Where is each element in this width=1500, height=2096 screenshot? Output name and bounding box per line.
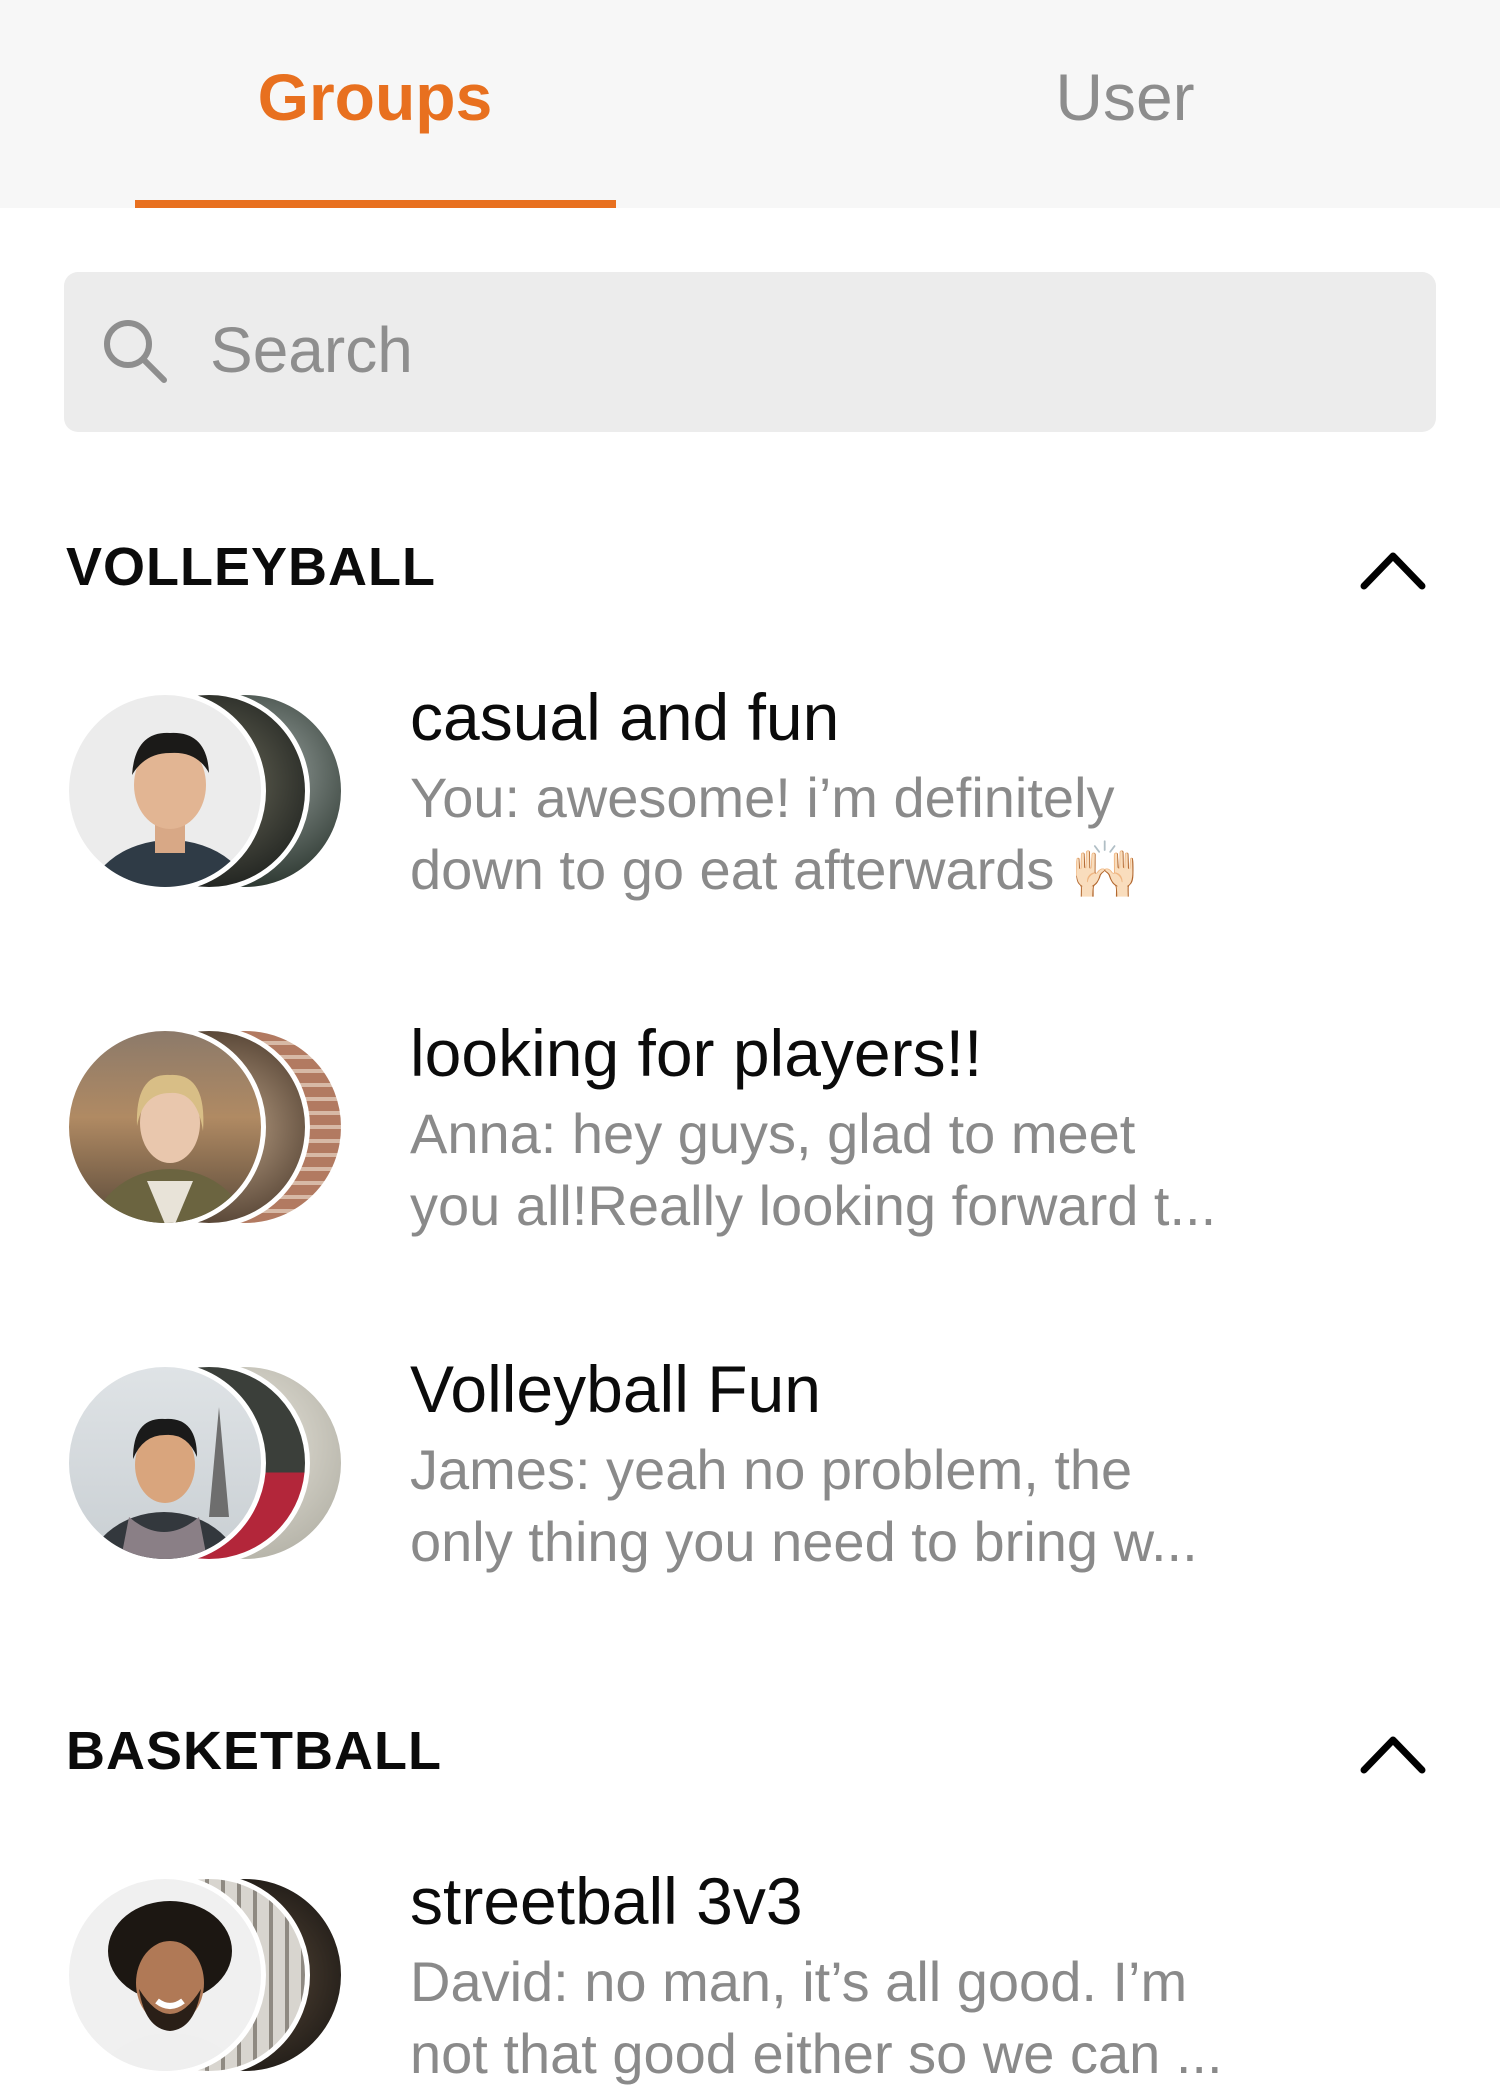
member-avatar [64, 1362, 266, 1564]
group-title: streetball 3v3 [410, 1864, 803, 1938]
group-avatar-stack [64, 1362, 354, 1566]
section-header-basketball: BASKETBALL [66, 1721, 442, 1781]
search-placeholder: Search [210, 314, 413, 386]
group-item-casual-and-fun[interactable]: casual and fun You: awesome! i’m definit… [0, 680, 1500, 990]
group-title: looking for players!! [410, 1016, 983, 1090]
last-message-preview: David: no man, it’s all good. I’m not th… [410, 1950, 1223, 2085]
last-message-preview: You: awesome! i’m definitely down to go … [410, 766, 1140, 901]
active-tab-indicator [135, 200, 616, 208]
last-message-preview: Anna: hey guys, glad to meet you all!Rea… [410, 1102, 1217, 1237]
group-avatar-stack [64, 690, 354, 894]
group-title: Volleyball Fun [410, 1352, 821, 1426]
tab-groups[interactable]: Groups [0, 0, 750, 208]
last-message-preview: James: yeah no problem, the only thing y… [410, 1438, 1198, 1573]
member-avatar [64, 1026, 266, 1228]
tab-bar: Groups User [0, 0, 1500, 208]
group-item-looking-for-players[interactable]: looking for players!! Anna: hey guys, gl… [0, 1016, 1500, 1326]
member-avatar [64, 690, 266, 892]
group-item-streetball-3v3[interactable]: streetball 3v3 David: no man, it’s all g… [0, 1864, 1500, 2096]
chevron-up-icon[interactable] [1358, 1730, 1428, 1776]
group-title: casual and fun [410, 680, 840, 754]
member-avatar [64, 1874, 266, 2076]
group-avatar-stack [64, 1026, 354, 1230]
group-item-volleyball-fun[interactable]: Volleyball Fun James: yeah no problem, t… [0, 1352, 1500, 1662]
group-avatar-stack [64, 1874, 354, 2078]
section-header-volleyball: VOLLEYBALL [66, 537, 436, 597]
search-icon [104, 320, 167, 383]
chevron-up-icon[interactable] [1358, 546, 1428, 592]
tab-user[interactable]: User [750, 0, 1500, 208]
